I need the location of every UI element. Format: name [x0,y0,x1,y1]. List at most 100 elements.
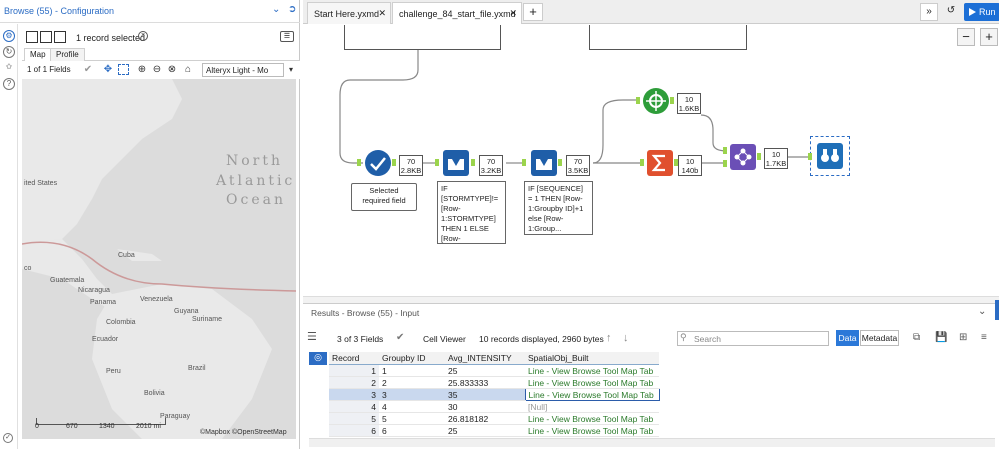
output-anchor[interactable] [471,159,475,166]
close-icon[interactable]: ✕ [509,8,517,19]
input-anchor[interactable] [723,147,727,154]
input-anchor[interactable] [640,159,644,166]
table-row[interactable]: 4 4 30 [Null] [329,400,659,413]
checkmark-icon[interactable]: ✔ [82,64,94,76]
metadata-button[interactable]: Metadata [860,330,899,346]
output-anchor[interactable] [392,159,396,166]
chevron-down-icon[interactable]: ▾ [285,64,297,76]
input-anchor[interactable] [522,159,526,166]
pan-icon[interactable]: ✥ [102,64,114,76]
fields-dropdown[interactable]: 3 of 3 Fields [337,334,383,344]
chevron-down-icon[interactable]: ⌄ [272,4,280,15]
groupby-cell[interactable]: 2 [379,376,445,389]
intensity-cell[interactable]: 25 [445,424,525,437]
groupby-cell[interactable]: 4 [379,400,445,413]
zoom-selection-icon[interactable]: ⊗ [166,64,178,76]
spatial-tool-icon[interactable] [643,88,669,114]
multi-row-formula-icon[interactable] [531,150,557,176]
intensity-cell[interactable]: 25 [445,364,525,377]
zoom-in-icon[interactable]: ⊕ [136,64,148,76]
search-input[interactable]: Search [677,331,829,346]
connection-icon[interactable]: ↻ [3,46,15,58]
gear-icon[interactable]: ⚙ [3,30,15,42]
browse-tool-icon[interactable] [817,143,843,169]
groupby-cell[interactable]: 3 [379,388,445,401]
cell-viewer-dropdown[interactable]: Cell Viewer [423,334,466,344]
groupby-cell[interactable]: 1 [379,364,445,377]
input-anchor[interactable] [723,160,727,167]
column-header[interactable]: Record [329,352,379,365]
table-row[interactable]: 1 1 25 Line - View Browse Tool Map Tab [329,364,659,377]
zoom-out-icon[interactable]: ⊖ [151,64,163,76]
workflow-canvas[interactable]: − + 70 2.8KB Selected required field 70 … [303,25,999,295]
scrollbar-thumb[interactable] [995,300,999,320]
groupby-cell[interactable]: 6 [379,424,445,437]
binoculars-icon[interactable]: ◎ [309,352,327,365]
help-icon[interactable]: ? [3,78,15,90]
column-header[interactable]: Avg_INTENSITY [445,352,525,365]
table-row[interactable]: 3 3 35 Line - View Browse Tool Map Tab [329,388,660,401]
spatial-cell[interactable]: Line - View Browse Tool Map Tab [525,364,659,377]
layout-columns-icon[interactable] [26,31,38,43]
input-anchor[interactable] [636,97,640,104]
pin-icon[interactable]: ➲ [288,4,296,15]
spatial-cell[interactable]: Line - View Browse Tool Map Tab [525,412,659,425]
basemap-select[interactable]: Alteryx Light - Mo [202,63,284,77]
summarize-tool-icon[interactable] [647,150,673,176]
spatial-cell[interactable]: Line - View Browse Tool Map Tab [525,376,659,389]
table-row[interactable]: 5 5 26.818182 Line - View Browse Tool Ma… [329,412,659,425]
pane-splitter[interactable] [303,296,999,303]
copy-icon[interactable]: ⧉ [913,332,920,343]
spatial-cell[interactable]: Line - View Browse Tool Map Tab [524,388,660,401]
layout-split-icon[interactable] [40,31,52,43]
input-anchor[interactable] [808,153,812,160]
add-tab-button[interactable]: + [523,3,543,21]
arrow-up-icon[interactable]: ↑ [606,332,612,344]
data-button[interactable]: Data [836,330,859,346]
layout-rows-icon[interactable] [54,31,66,43]
chevron-down-icon[interactable]: ⌄ [978,306,986,317]
tab-start-here[interactable]: Start Here.yxmd ✕ [307,2,391,24]
multi-row-formula-icon[interactable] [443,150,469,176]
tab-map[interactable]: Map [24,48,52,61]
tab-profile[interactable]: Profile [50,48,85,61]
clear-selection-icon[interactable]: × [138,31,148,41]
checkmark-icon[interactable]: ✔ [396,332,404,343]
history-icon[interactable]: ↺ [942,3,960,21]
input-anchor[interactable] [435,159,439,166]
tag-icon[interactable]: ✩ [3,62,15,74]
output-anchor[interactable] [757,153,761,160]
add-column-icon[interactable]: ⊞ [959,332,967,343]
collapse-icon[interactable]: » [920,3,938,21]
output-anchor[interactable] [670,97,674,104]
map-view[interactable]: North Atlantic Ocean ited States co Cuba… [22,79,296,439]
intensity-cell[interactable]: 26.818182 [445,412,525,425]
layout-menu-icon[interactable]: ☰ [280,31,294,42]
output-anchor[interactable] [558,159,562,166]
close-icon[interactable]: ✕ [378,8,386,19]
poly-build-tool-icon[interactable] [730,144,756,170]
spatial-cell[interactable]: [Null] [525,400,659,413]
run-button[interactable]: Run [964,3,999,21]
select-rect-icon[interactable] [118,64,129,75]
intensity-cell[interactable]: 25.833333 [445,376,525,389]
intensity-cell[interactable]: 30 [445,400,525,413]
list-view-icon[interactable]: ☰ [307,330,321,344]
check-circle-icon[interactable]: ✓ [3,433,13,443]
input-anchor[interactable] [357,159,361,166]
save-icon[interactable]: 💾 [935,332,947,343]
fields-dropdown[interactable]: 1 of 1 Fields [27,65,71,74]
home-icon[interactable]: ⌂ [182,64,194,76]
column-header[interactable]: SpatialObj_Built [525,352,659,365]
table-row[interactable]: 2 2 25.833333 Line - View Browse Tool Ma… [329,376,659,389]
table-row[interactable]: 6 6 25 Line - View Browse Tool Map Tab [329,424,659,437]
horizontal-scrollbar[interactable] [309,438,995,447]
groupby-cell[interactable]: 5 [379,412,445,425]
arrow-down-icon[interactable]: ↓ [623,332,629,344]
column-header[interactable]: Groupby ID [379,352,445,365]
spatial-cell[interactable]: Line - View Browse Tool Map Tab [525,424,659,437]
intensity-cell[interactable]: 35 [445,388,525,401]
select-tool-icon[interactable] [365,150,391,176]
tab-challenge-84[interactable]: challenge_84_start_file.yxmd ✕ [392,2,522,24]
more-menu-icon[interactable]: ≡ [981,332,987,343]
